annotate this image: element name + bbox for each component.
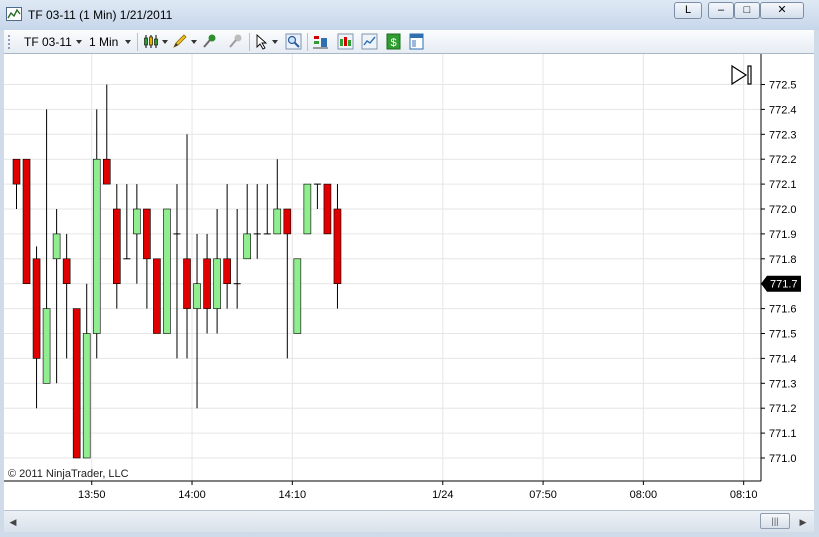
candle-up xyxy=(273,208,282,235)
candle-down xyxy=(203,258,211,309)
y-tick-label: 771.2 xyxy=(769,403,797,415)
x-tick-label: 13:50 xyxy=(78,489,106,501)
cursor-icon[interactable] xyxy=(254,33,271,50)
horizontal-scrollbar[interactable]: ◀ ||| ▶ xyxy=(4,510,814,532)
x-tick-label: 14:00 xyxy=(178,489,206,501)
link-button[interactable]: L xyxy=(674,2,702,19)
y-tick-label: 772.5 xyxy=(769,80,797,92)
candle-down xyxy=(143,208,151,260)
copyright-label: © 2011 NinjaTrader, LLC xyxy=(8,468,129,480)
candle-down xyxy=(183,258,191,309)
y-tick-label: 772.1 xyxy=(769,179,797,191)
candle-up xyxy=(92,158,101,334)
y-tick-label: 771.6 xyxy=(769,304,797,316)
x-tick-label: 08:00 xyxy=(630,489,658,501)
chart-style-dropdown-icon[interactable] xyxy=(162,40,168,44)
drawing-tools-icon[interactable] xyxy=(171,33,188,50)
candle-down xyxy=(22,158,31,284)
close-button[interactable]: ✕ xyxy=(760,2,804,19)
y-tick-label: 772.3 xyxy=(769,129,797,141)
data-series-icon[interactable] xyxy=(361,33,378,50)
x-tick-label: 08:10 xyxy=(730,489,758,501)
candle-down xyxy=(323,183,332,235)
candle-up xyxy=(303,183,312,235)
current-price-label: 771.7 xyxy=(770,279,798,291)
cursor-dropdown-icon[interactable] xyxy=(272,40,278,44)
toolbar-separator xyxy=(307,33,308,51)
candle-up xyxy=(42,308,51,384)
chart-style-icon[interactable] xyxy=(142,33,159,50)
interval-selector[interactable]: 1 Min xyxy=(89,35,118,49)
maximize-button[interactable]: □ xyxy=(734,2,760,19)
y-tick-label: 771.3 xyxy=(769,378,797,390)
candle-up xyxy=(133,208,141,235)
svg-text:$: $ xyxy=(390,37,396,49)
candle-up xyxy=(163,208,171,334)
toolbar-separator xyxy=(249,33,250,51)
properties-icon[interactable] xyxy=(408,33,425,50)
indicators-icon[interactable] xyxy=(337,33,354,50)
candle-up xyxy=(82,333,91,459)
instrument-dropdown-icon[interactable] xyxy=(76,40,82,44)
candle-down xyxy=(223,258,231,285)
unpin-icon[interactable] xyxy=(227,33,244,50)
y-tick-label: 771.5 xyxy=(769,329,797,341)
y-tick-label: 771.4 xyxy=(769,353,797,365)
toolbar-grip[interactable] xyxy=(8,35,13,49)
scroll-right-icon[interactable]: ▶ xyxy=(796,515,810,529)
minimize-button[interactable]: – xyxy=(708,2,734,19)
y-tick-label: 771.0 xyxy=(769,453,797,465)
scrollbar-thumb[interactable]: ||| xyxy=(760,513,790,529)
window-title: TF 03-11 (1 Min) 1/21/2011 xyxy=(28,8,173,22)
y-tick-label: 771.8 xyxy=(769,254,797,266)
strategies-icon[interactable] xyxy=(312,33,329,50)
candle-down xyxy=(62,258,71,285)
drawing-tools-dropdown-icon[interactable] xyxy=(191,40,197,44)
y-tick-label: 771.9 xyxy=(769,229,797,241)
candle-up xyxy=(243,233,251,260)
window-titlebar[interactable]: TF 03-11 (1 Min) 1/21/2011 L – □ ✕ xyxy=(0,0,819,30)
x-tick-label: 1/24 xyxy=(432,489,453,501)
candle-down xyxy=(72,308,81,459)
candle-down xyxy=(102,158,111,185)
y-tick-label: 771.1 xyxy=(769,428,797,440)
zoom-icon[interactable] xyxy=(285,33,302,50)
candle-up xyxy=(213,258,221,309)
y-tick-label: 772.0 xyxy=(769,204,797,216)
candle-up xyxy=(193,283,201,309)
candle-up xyxy=(52,233,61,260)
toolbar-separator xyxy=(137,33,138,51)
candle-down xyxy=(12,158,21,185)
candle-down xyxy=(32,258,41,359)
chart-toolbar: TF 03-11 1 Min $ xyxy=(4,30,814,54)
scroll-left-icon[interactable]: ◀ xyxy=(6,515,20,529)
background-taskbar-ghost xyxy=(200,10,340,24)
price-chart[interactable]: 772.5 772.4 772.3 772.2 772.1 772.0 771.9 771.8… xyxy=(4,54,814,510)
x-tick-label: 14:10 xyxy=(279,489,307,501)
instrument-selector[interactable]: TF 03-11 xyxy=(24,35,72,49)
candle-down xyxy=(283,208,292,235)
y-tick-label: 772.2 xyxy=(769,154,797,166)
x-tick-label: 07:50 xyxy=(529,489,557,501)
chart-panel[interactable]: 772.5 772.4 772.3 772.2 772.1 772.0 771.9 771.8… xyxy=(4,54,814,510)
candle-up xyxy=(293,258,302,334)
candle-down xyxy=(153,258,161,334)
chart-window-icon xyxy=(6,7,22,21)
interval-dropdown-icon[interactable] xyxy=(125,40,131,44)
dollar-icon[interactable]: $ xyxy=(385,33,402,50)
candle-down xyxy=(113,208,121,284)
y-tick-label: 772.4 xyxy=(769,104,797,116)
candle-down xyxy=(333,208,342,284)
pin-icon[interactable] xyxy=(201,33,218,50)
